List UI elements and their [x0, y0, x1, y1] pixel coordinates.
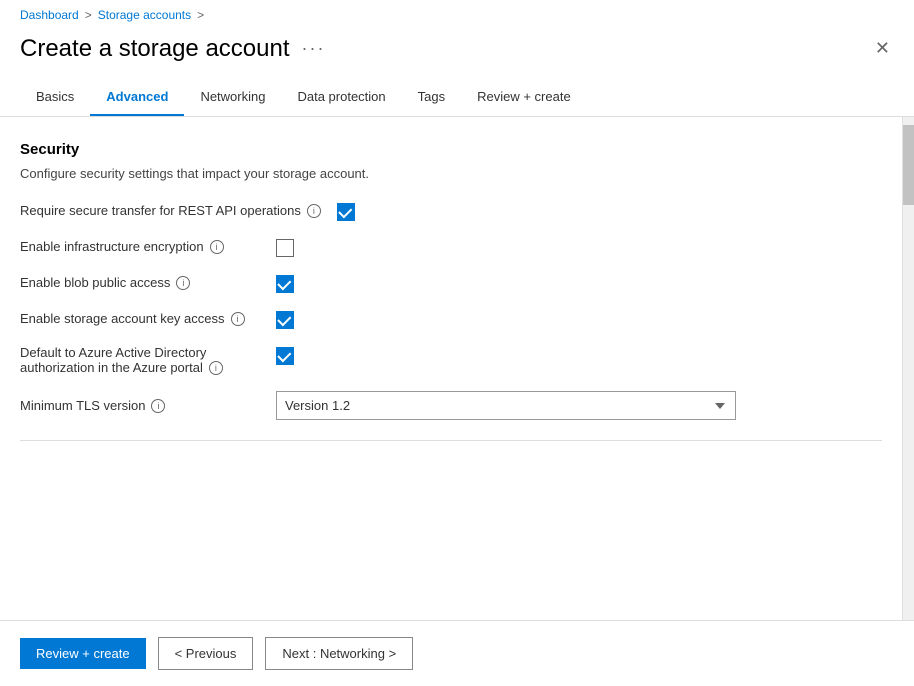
info-icon-key-access[interactable]: i — [231, 312, 245, 326]
tab-data-protection[interactable]: Data protection — [281, 79, 401, 116]
info-icon-require-secure-transfer[interactable]: i — [307, 204, 321, 218]
setting-row-require-secure-transfer: Require secure transfer for REST API ope… — [20, 201, 882, 221]
checkbox-infrastructure-encryption[interactable] — [276, 239, 294, 257]
scrollbar-thumb[interactable] — [903, 125, 914, 205]
checkbox-wrapper-infrastructure-encryption — [276, 237, 294, 257]
checkbox-wrapper-key-access — [276, 309, 294, 329]
breadcrumb-sep1: > — [85, 8, 92, 22]
setting-label-key-access: Enable storage account key access i — [20, 309, 260, 326]
more-options-icon[interactable]: ··· — [302, 38, 326, 59]
next-button[interactable]: Next : Networking > — [265, 637, 413, 670]
breadcrumb-storage-accounts[interactable]: Storage accounts — [98, 8, 191, 22]
scrollbar-track[interactable] — [902, 117, 914, 620]
content-area: Security Configure security settings tha… — [0, 117, 914, 620]
setting-text-blob-public-access: Enable blob public access — [20, 275, 170, 290]
previous-button[interactable]: < Previous — [158, 637, 254, 670]
checkbox-wrapper-require-secure-transfer — [337, 201, 355, 221]
footer: Review + create < Previous Next : Networ… — [0, 620, 914, 686]
setting-text-require-secure-transfer: Require secure transfer for REST API ope… — [20, 203, 301, 218]
breadcrumb: Dashboard > Storage accounts > — [0, 0, 914, 26]
checkbox-wrapper-azure-ad — [276, 345, 294, 365]
main-content: Security Configure security settings tha… — [0, 117, 902, 620]
checkbox-blob-public-access[interactable] — [276, 275, 294, 293]
setting-text-key-access: Enable storage account key access — [20, 311, 225, 326]
setting-text-azure-ad-line1: Default to Azure Active Directory — [20, 345, 260, 360]
info-icon-infrastructure-encryption[interactable]: i — [210, 240, 224, 254]
setting-text-azure-ad-line2: authorization in the Azure portal — [20, 360, 203, 375]
page-title: Create a storage account — [20, 35, 290, 63]
checkbox-wrapper-blob-public-access — [276, 273, 294, 293]
content-divider — [20, 440, 882, 441]
checkbox-key-access[interactable] — [276, 311, 294, 329]
tls-row: Minimum TLS version i Version 1.0 Versio… — [20, 391, 882, 420]
tls-label-text: Minimum TLS version — [20, 398, 145, 413]
tab-review-create[interactable]: Review + create — [461, 79, 587, 116]
info-icon-azure-ad[interactable]: i — [209, 361, 223, 375]
info-icon-blob-public-access[interactable]: i — [176, 276, 190, 290]
tab-bar: Basics Advanced Networking Data protecti… — [0, 79, 914, 117]
setting-row-blob-public-access: Enable blob public access i — [20, 273, 882, 293]
page-header: Create a storage account ··· ✕ — [0, 26, 914, 79]
tab-networking[interactable]: Networking — [184, 79, 281, 116]
setting-label-infrastructure-encryption: Enable infrastructure encryption i — [20, 237, 260, 254]
setting-text-infrastructure-encryption: Enable infrastructure encryption — [20, 239, 204, 254]
breadcrumb-dashboard[interactable]: Dashboard — [20, 8, 79, 22]
header-left: Create a storage account ··· — [20, 35, 325, 63]
section-title: Security — [20, 141, 882, 158]
review-create-button[interactable]: Review + create — [20, 638, 146, 669]
section-description: Configure security settings that impact … — [20, 166, 882, 181]
checkbox-azure-ad[interactable] — [276, 347, 294, 365]
close-button[interactable]: ✕ — [871, 34, 894, 63]
breadcrumb-sep2: > — [197, 8, 204, 22]
setting-row-infrastructure-encryption: Enable infrastructure encryption i — [20, 237, 882, 257]
setting-label-require-secure-transfer: Require secure transfer for REST API ope… — [20, 201, 321, 218]
setting-label-blob-public-access: Enable blob public access i — [20, 273, 260, 290]
info-icon-tls[interactable]: i — [151, 399, 165, 413]
tls-version-select[interactable]: Version 1.0 Version 1.1 Version 1.2 — [276, 391, 736, 420]
checkbox-require-secure-transfer[interactable] — [337, 203, 355, 221]
setting-row-azure-ad: Default to Azure Active Directory author… — [20, 345, 882, 375]
setting-text-azure-ad-line2-row: authorization in the Azure portal i — [20, 360, 260, 375]
setting-row-key-access: Enable storage account key access i — [20, 309, 882, 329]
tab-tags[interactable]: Tags — [402, 79, 461, 116]
tab-basics[interactable]: Basics — [20, 79, 90, 116]
tab-advanced[interactable]: Advanced — [90, 79, 184, 116]
tls-label: Minimum TLS version i — [20, 398, 260, 413]
page-wrapper: Dashboard > Storage accounts > Create a … — [0, 0, 914, 686]
setting-label-azure-ad: Default to Azure Active Directory author… — [20, 345, 260, 375]
